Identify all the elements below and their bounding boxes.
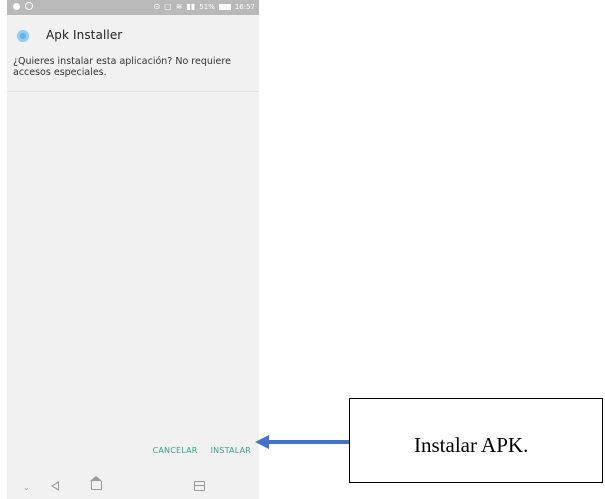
annotation-callout-box: Instalar APK. bbox=[349, 398, 603, 483]
apk-installer-app-icon bbox=[17, 30, 29, 42]
notification-icon bbox=[13, 2, 20, 10]
app-title: Apk Installer bbox=[46, 28, 123, 42]
cancel-button[interactable]: CANCELAR bbox=[153, 446, 198, 455]
status-left-icons bbox=[13, 2, 33, 10]
app-header: Apk Installer bbox=[7, 26, 259, 48]
annotation-label: Instalar APK. bbox=[414, 433, 529, 457]
install-prompt: ¿Quieres instalar esta aplicación? No re… bbox=[13, 56, 231, 78]
signal-icon: ▮▮ bbox=[186, 2, 196, 11]
dialog-actions: CANCELAR INSTALAR bbox=[153, 446, 251, 455]
battery-percent: 51% bbox=[199, 3, 215, 11]
back-icon[interactable] bbox=[51, 481, 59, 491]
recent-apps-icon[interactable] bbox=[194, 481, 205, 491]
arrow-shaft bbox=[267, 440, 350, 444]
status-bar: ⊙ ▢ ≋ ▮▮ 51% 16:57 bbox=[7, 0, 259, 15]
battery-icon bbox=[218, 4, 231, 10]
home-icon[interactable] bbox=[90, 476, 102, 490]
cast-icon: ⊙ bbox=[153, 2, 161, 11]
navigation-bar: ⌄ bbox=[7, 471, 259, 499]
chevron-down-icon[interactable]: ⌄ bbox=[23, 482, 30, 493]
wifi-icon: ≋ bbox=[175, 2, 183, 11]
header-divider bbox=[7, 91, 259, 92]
annotation-arrow bbox=[255, 435, 350, 449]
install-button[interactable]: INSTALAR bbox=[211, 446, 251, 455]
phone-screen: ⊙ ▢ ≋ ▮▮ 51% 16:57 Apk Installer ¿Quiere… bbox=[7, 0, 259, 499]
status-right-icons: ⊙ ▢ ≋ ▮▮ 51% 16:57 bbox=[153, 2, 255, 12]
sync-icon bbox=[25, 2, 33, 10]
screenshot-icon: ▢ bbox=[164, 2, 172, 11]
status-time: 16:57 bbox=[234, 3, 255, 11]
